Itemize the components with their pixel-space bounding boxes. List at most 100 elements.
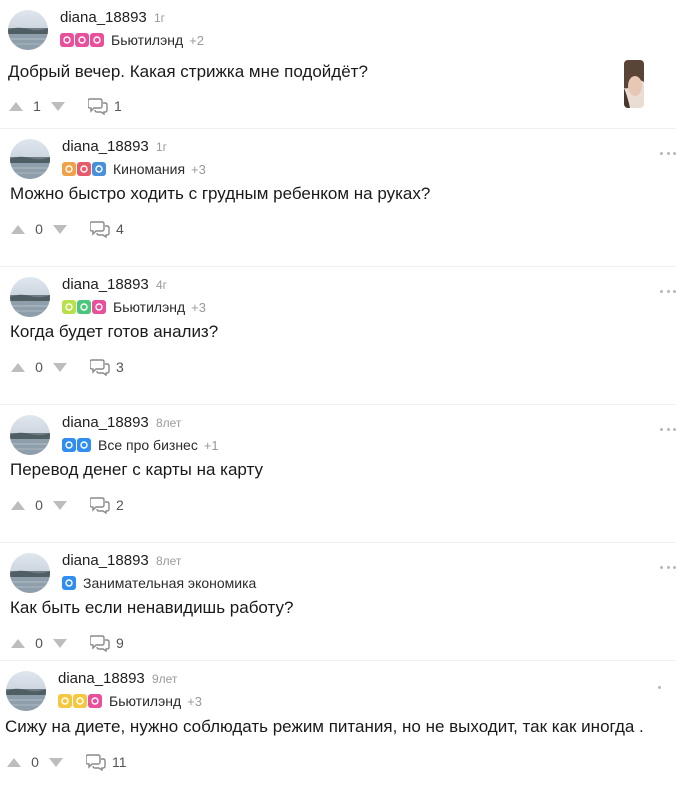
avatar[interactable] [8, 10, 48, 50]
community-extra-count: +2 [189, 32, 204, 48]
downvote-icon[interactable] [52, 223, 68, 235]
comments-icon[interactable] [90, 496, 110, 514]
question-thumbnail-image[interactable] [624, 60, 644, 108]
vote-count: 0 [35, 497, 43, 513]
question-card-6[interactable]: diana_18893 9лет Бьютилэнд +3 Сижу на ди… [0, 660, 676, 798]
question-title[interactable]: Когда будет готов анализ? [10, 322, 218, 342]
author-name[interactable]: diana_18893 [62, 552, 149, 569]
comment-count: 2 [116, 497, 124, 513]
downvote-icon[interactable] [52, 361, 68, 373]
question-title[interactable]: Как быть если ненавидишь работу? [10, 598, 293, 618]
downvote-icon[interactable] [52, 637, 68, 649]
question-title[interactable]: Добрый вечер. Какая стрижка мне подойдёт… [8, 62, 368, 82]
community-name[interactable]: Бьютилэнд [111, 32, 183, 48]
question-card-1[interactable]: diana_18893 1г Бьютилэнд +2 Добрый вечер… [0, 0, 676, 138]
question-card-2[interactable]: diana_18893 1г Киномания +3 Можно быстро… [0, 128, 676, 266]
community-info[interactable]: Бьютилэнд +3 [58, 692, 202, 710]
upvote-icon[interactable] [10, 223, 26, 235]
comments-icon[interactable] [90, 220, 110, 238]
dryer-badge-icon [92, 300, 106, 314]
avatar[interactable] [10, 277, 50, 317]
comments-icon[interactable] [88, 97, 108, 115]
post-age: 8лет [155, 416, 182, 430]
film-badge-icon [92, 162, 106, 176]
popcorn-badge-icon [77, 162, 91, 176]
vote-count: 0 [35, 359, 43, 375]
comments-icon[interactable] [90, 358, 110, 376]
question-actions: 0 3 [10, 357, 124, 377]
community-extra-count: +3 [191, 161, 206, 177]
avatar[interactable] [10, 139, 50, 179]
community-name[interactable]: Киномания [113, 161, 185, 177]
author-name[interactable]: diana_18893 [62, 276, 149, 293]
post-age: 8лет [155, 554, 182, 568]
vote-count: 1 [33, 98, 41, 114]
like-badge-icon [62, 438, 76, 452]
community-badges [62, 438, 92, 452]
comments-icon[interactable] [90, 634, 110, 652]
community-info[interactable]: Бьютилэнд +3 [62, 298, 206, 316]
question-actions: 0 11 [6, 752, 127, 772]
upvote-icon[interactable] [10, 637, 26, 649]
question-actions: 0 4 [10, 219, 124, 239]
community-info[interactable]: Бьютилэнд +2 [60, 31, 204, 49]
comment-count: 1 [114, 98, 122, 114]
question-title[interactable]: Можно быстро ходить с грудным ребенком н… [10, 184, 430, 204]
community-name[interactable]: Бьютилэнд [109, 693, 181, 709]
question-actions: 1 1 [8, 96, 122, 116]
community-badges [62, 300, 107, 314]
question-title[interactable]: Сижу на диете, нужно соблюдать режим пит… [5, 717, 644, 737]
author-name[interactable]: diana_18893 [60, 9, 147, 26]
community-info[interactable]: Киномания +3 [62, 160, 206, 178]
author-name[interactable]: diana_18893 [62, 138, 149, 155]
community-badges [62, 576, 77, 590]
downvote-icon[interactable] [48, 756, 64, 768]
author-name[interactable]: diana_18893 [62, 414, 149, 431]
post-age: 1г [153, 11, 165, 25]
question-actions: 0 9 [10, 633, 124, 653]
community-info[interactable]: Занимательная экономика [62, 574, 262, 592]
scissors-badge-icon [60, 33, 74, 47]
post-age: 1г [155, 140, 167, 154]
community-info[interactable]: Все про бизнес +1 [62, 436, 219, 454]
more-options-button[interactable] [658, 683, 662, 691]
more-options-button[interactable] [660, 563, 676, 571]
author-name[interactable]: diana_18893 [58, 670, 145, 687]
question-card-4[interactable]: diana_18893 8лет Все про бизнес +1 Перев… [0, 404, 676, 542]
dryer-badge-icon [88, 694, 102, 708]
community-extra-count: +1 [203, 437, 219, 453]
vote-count: 0 [35, 221, 43, 237]
bottle-badge-icon [73, 694, 87, 708]
community-name[interactable]: Занимательная экономика [83, 575, 256, 591]
question-actions: 0 2 [10, 495, 124, 515]
upvote-icon[interactable] [6, 756, 22, 768]
downvote-icon[interactable] [52, 499, 68, 511]
dryer-badge-icon [90, 33, 104, 47]
comment-count: 9 [116, 635, 124, 651]
question-title[interactable]: Перевод денег с карты на карту [10, 460, 263, 480]
question-card-3[interactable]: diana_18893 4г Бьютилэнд +3 Когда будет … [0, 266, 676, 404]
community-badges [62, 162, 107, 176]
lipstick-badge-icon [75, 33, 89, 47]
upvote-icon[interactable] [10, 361, 26, 373]
downvote-icon[interactable] [50, 100, 66, 112]
upvote-icon[interactable] [8, 100, 24, 112]
vote-count: 0 [31, 754, 39, 770]
avatar[interactable] [10, 415, 50, 455]
handshake-badge-icon [77, 438, 91, 452]
ring-badge-icon [77, 300, 91, 314]
hand-badge-icon [58, 694, 72, 708]
upvote-icon[interactable] [10, 499, 26, 511]
avatar[interactable] [6, 671, 46, 711]
vote-count: 0 [35, 635, 43, 651]
more-options-button[interactable] [660, 287, 676, 295]
more-options-button[interactable] [660, 425, 676, 433]
more-options-button[interactable] [660, 149, 676, 157]
post-age: 9лет [151, 672, 178, 686]
comment-count: 3 [116, 359, 124, 375]
community-name[interactable]: Бьютилэнд [113, 299, 185, 315]
community-name[interactable]: Все про бизнес [98, 437, 198, 453]
avatar[interactable] [10, 553, 50, 593]
comments-icon[interactable] [86, 753, 106, 771]
community-extra-count: +3 [187, 693, 202, 709]
